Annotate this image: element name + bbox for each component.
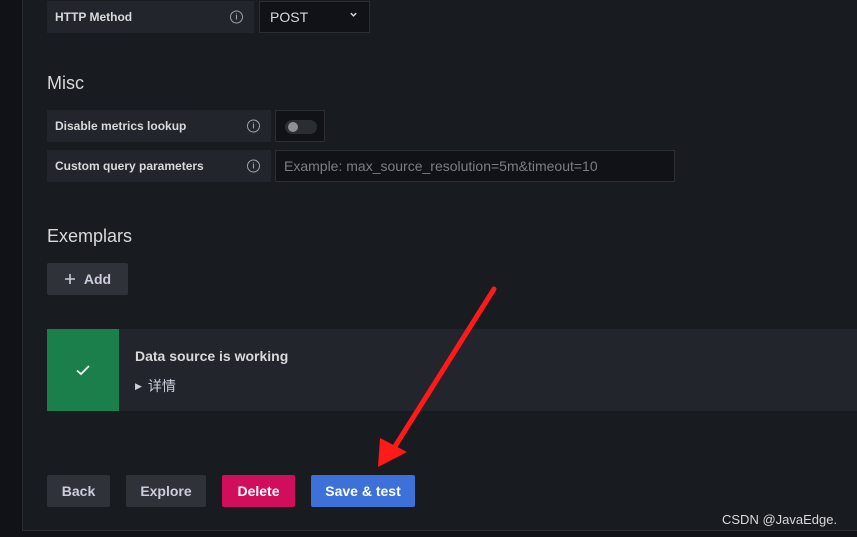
http-method-label-box: HTTP Method i [47,1,254,33]
custom-query-label-box: Custom query parameters i [47,150,271,182]
http-method-select[interactable]: POST [259,1,370,33]
disable-metrics-label-box: Disable metrics lookup i [47,110,271,142]
watermark: CSDN @JavaEdge. [722,512,838,527]
toggle-track [285,120,317,134]
delete-button[interactable]: Delete [222,475,295,507]
alert-icon-box [47,329,119,411]
disable-metrics-label: Disable metrics lookup [55,119,187,133]
check-icon [76,365,90,376]
http-method-label: HTTP Method [55,10,133,24]
custom-query-input[interactable] [275,150,675,182]
toggle-knob [288,122,298,132]
success-alert: Data source is working ▶ 详情 [47,329,857,411]
info-icon[interactable]: i [247,159,260,173]
add-exemplar-button[interactable]: Add [47,263,128,295]
add-exemplar-label: Add [83,271,112,287]
info-icon[interactable]: i [230,10,243,24]
alert-details-toggle[interactable]: ▶ 详情 [135,376,176,396]
alert-title: Data source is working [135,348,289,364]
custom-query-label: Custom query parameters [55,159,204,173]
misc-heading: Misc [47,73,84,93]
info-icon[interactable]: i [247,119,260,133]
http-method-value: POST [270,9,309,25]
plus-icon [64,274,75,284]
disable-metrics-toggle[interactable] [275,110,325,142]
explore-button[interactable]: Explore [126,475,206,507]
alert-details-label: 详情 [147,378,176,394]
save-test-button[interactable]: Save & test [311,475,415,507]
caret-right-icon: ▶ [135,381,142,391]
exemplars-heading: Exemplars [47,226,133,246]
chevron-down-icon [350,12,357,17]
back-button[interactable]: Back [47,475,110,507]
settings-panel [22,0,857,531]
